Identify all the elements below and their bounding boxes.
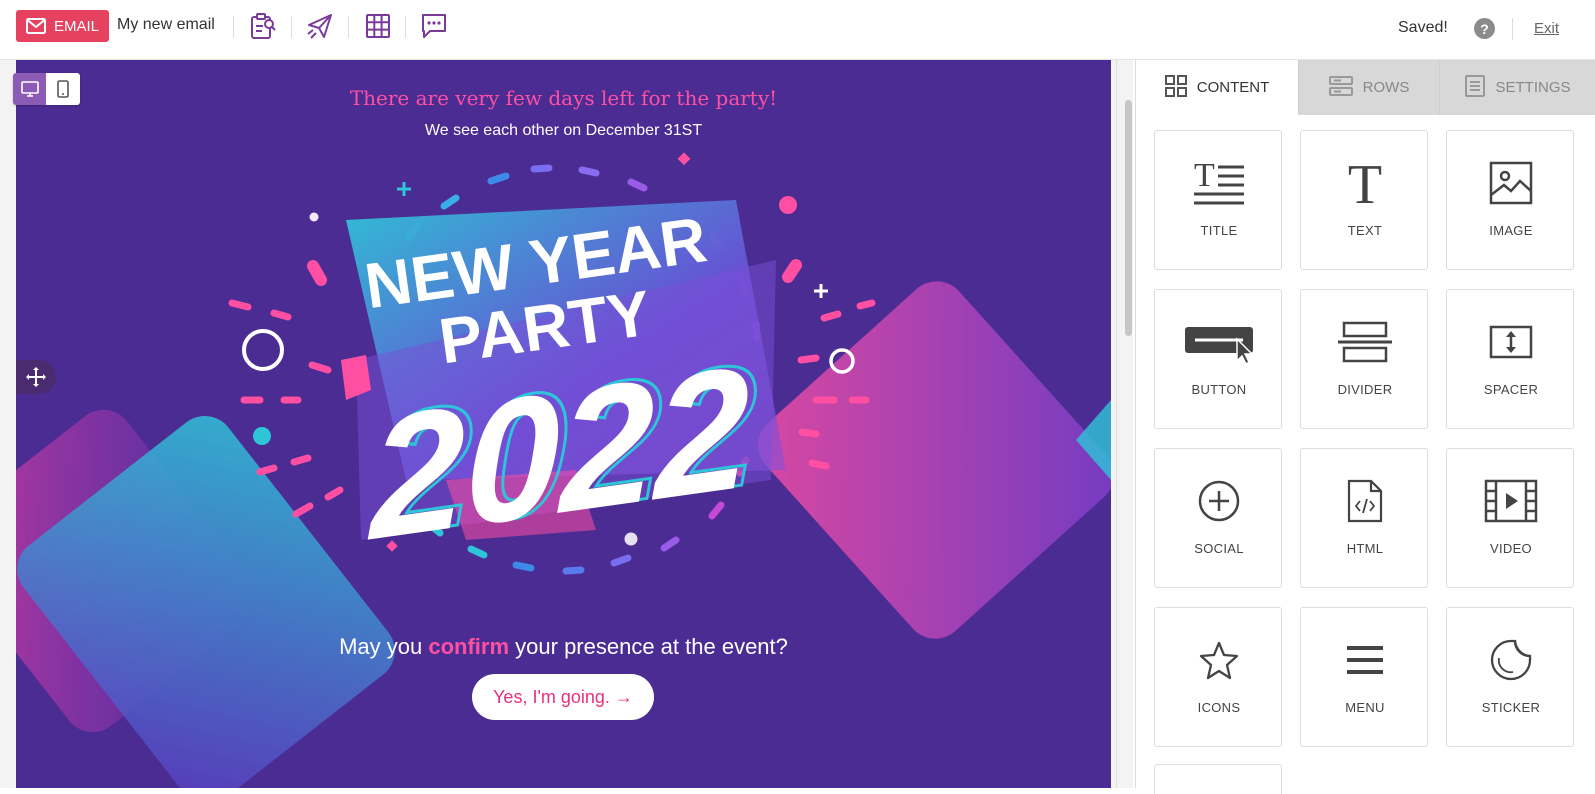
send-icon[interactable] [303,9,337,43]
block-label: HTML [1346,541,1384,556]
tab-rows[interactable]: ROWS [1298,60,1439,115]
video-icon [1447,473,1575,529]
chat-icon[interactable] [417,9,451,43]
block-label: VIDEO [1490,541,1532,556]
block-divider[interactable]: DIVIDER [1300,289,1428,429]
subheadline[interactable]: We see each other on December 31ST [16,122,1111,140]
blocks-icon [1164,74,1187,101]
social-icon [1155,473,1283,529]
block-label: BUTTON [1191,382,1247,397]
block-label: SOCIAL [1194,541,1244,556]
confirm-text-pre: May you [339,634,429,659]
block-image[interactable]: IMAGE [1446,130,1574,270]
block-label: TEXT [1347,223,1383,238]
save-status: Saved! [1398,19,1448,36]
sticker-icon [1447,632,1575,688]
editor-canvas-area: NEW YEAR PARTY 2022 2022 There are very … [0,60,1133,788]
mobile-view-icon[interactable] [46,73,79,105]
spacer-icon [1447,314,1575,370]
title-icon: T [1155,155,1283,211]
confirm-text-post: your presence at the event? [509,634,788,659]
canvas-scrollbar[interactable] [1125,100,1132,336]
block-menu[interactable]: MENU [1300,607,1428,747]
tab-settings-label: SETTINGS [1495,79,1571,96]
svg-text:T: T [1348,159,1382,207]
divider [233,16,234,38]
button-icon [1155,314,1283,370]
headline[interactable]: There are very few days left for the par… [16,86,1111,110]
block-text[interactable]: T TEXT [1300,130,1428,270]
star-icon [1155,632,1283,688]
block-video[interactable]: VIDEO [1446,448,1574,588]
divider-icon [1301,314,1429,370]
block-button[interactable]: BUTTON [1154,289,1282,429]
confirm-text[interactable]: May you confirm your presence at the eve… [16,634,1111,660]
clipboard-search-icon[interactable] [246,9,280,43]
block-social[interactable]: SOCIAL [1154,448,1282,588]
exit-link[interactable]: Exit [1534,20,1559,37]
block-label: TITLE [1200,223,1238,238]
email-preview[interactable]: NEW YEAR PARTY 2022 2022 There are very … [16,60,1111,788]
tab-content-label: CONTENT [1196,79,1270,96]
divider [405,16,406,38]
divider [348,16,349,38]
block-icons[interactable]: ICONS [1154,607,1282,747]
view-toggle [13,73,80,105]
tab-settings[interactable]: SETTINGS [1439,60,1595,115]
tab-content[interactable]: CONTENT [1136,60,1298,115]
confirm-highlight: confirm [428,634,510,659]
block-label: IMAGE [1489,223,1533,238]
block-label: DIVIDER [1337,382,1393,397]
desktop-view-icon[interactable] [13,73,46,105]
content-panel: CONTENT ROWS SETTINGS T TITLE T TEXT IMA… [1135,60,1595,794]
block-sticker[interactable]: STICKER [1446,607,1574,747]
rsvp-button[interactable]: Yes, I'm going. → [472,674,654,720]
block-spacer[interactable]: SPACER [1446,289,1574,429]
settings-list-icon [1465,74,1486,101]
email-name[interactable]: My new email [117,16,215,34]
mail-icon [25,18,46,34]
svg-text:T: T [1194,161,1215,194]
grid-icon[interactable] [361,9,395,43]
email-type-badge[interactable]: EMAIL [16,10,109,42]
help-icon[interactable]: ? [1474,18,1495,39]
move-row-icon[interactable] [16,360,56,394]
email-badge-label: EMAIL [53,17,99,35]
divider [291,16,292,38]
divider [1512,18,1513,40]
block-label: STICKER [1481,700,1541,715]
block-html[interactable]: HTML [1300,448,1428,588]
panel-tabs: CONTENT ROWS SETTINGS [1136,60,1595,115]
block-label: ICONS [1197,700,1241,715]
rows-icon [1328,75,1353,100]
menu-icon [1301,632,1429,688]
block-title[interactable]: T TITLE [1154,130,1282,270]
block-next-peek[interactable] [1154,764,1282,794]
scrollbar-track [1116,60,1117,788]
image-icon [1447,155,1575,211]
block-label: SPACER [1483,382,1539,397]
text-icon: T [1301,155,1429,211]
block-label: MENU [1345,700,1385,715]
html-icon [1301,473,1429,529]
tab-rows-label: ROWS [1362,79,1410,96]
top-bar: EMAIL My new email Saved! ? Exit [0,0,1595,60]
